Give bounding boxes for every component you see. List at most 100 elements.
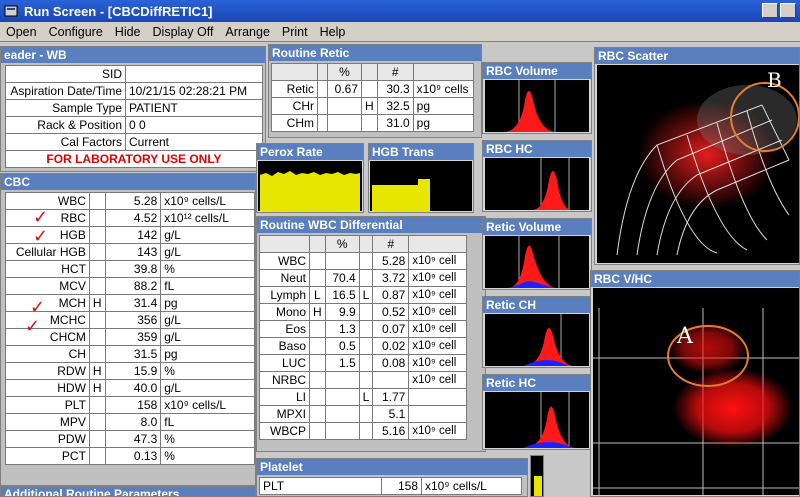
table-row: PCT 0.13%: [5, 447, 255, 465]
wbc-unit: x10⁹ cell: [408, 371, 468, 389]
rbc-checkmark-icon: ✓: [33, 207, 49, 227]
wbc-name: WBC: [259, 252, 310, 270]
cbc-unit: pg: [160, 294, 255, 312]
wbc-pct: [324, 388, 360, 406]
table-row: HCT 39.8%: [5, 260, 255, 278]
header-row: Aspiration Date/Time 10/21/15 02:28:21 PM: [5, 82, 263, 100]
mch-checkmark-icon: ✓: [30, 297, 46, 317]
retic-name: CHr: [271, 97, 318, 115]
cbc-unit: fL: [160, 413, 255, 431]
wbc-header-num: #: [372, 235, 410, 253]
wbc-unit: x10⁹ cell: [408, 252, 468, 270]
cbc-unit: %: [160, 430, 255, 448]
wbc-pct: 0.5: [324, 337, 360, 355]
cbc-value: 40.0: [104, 379, 162, 397]
wbc-num-flag: [358, 405, 374, 423]
retic-num: 32.5: [376, 97, 414, 115]
retic-num-flag: H: [361, 97, 378, 115]
wbc-pct: [324, 252, 360, 270]
rbc-volume-panel: RBC Volume: [482, 62, 592, 134]
wbc-num-flag: [358, 354, 374, 372]
menu-display-off[interactable]: Display Off: [153, 25, 214, 39]
wbc-unit: x10⁹ cell: [408, 354, 468, 372]
cbc-flag: [88, 192, 106, 210]
wbc-pct-flag: L: [309, 286, 326, 304]
wbc-unit: x10⁹ cell: [408, 422, 468, 440]
app-icon: [4, 5, 18, 17]
wbc-num: 0.87: [372, 286, 410, 304]
cbc-unit: g/L: [160, 243, 255, 261]
rbc-vhc-panel: RBC V/HC A: [590, 270, 800, 497]
cbc-flag: [88, 430, 106, 448]
cbc-flag: [88, 345, 106, 363]
retic-num-flag: [361, 114, 378, 132]
wbc-name: LUC: [259, 354, 310, 372]
cbc-unit: g/L: [160, 226, 255, 244]
table-row: PLT 158 x10⁹ cells/L: [259, 477, 522, 495]
platelet-unit: x10⁹ cells/L: [421, 477, 522, 495]
menu-configure[interactable]: Configure: [49, 25, 103, 39]
perox-title: Perox Rate: [257, 144, 363, 160]
wbc-num: 0.07: [372, 320, 410, 338]
retic-name: Retic: [271, 80, 318, 98]
header-row: FOR LABORATORY USE ONLY: [5, 150, 263, 168]
cbc-unit: g/L: [160, 379, 255, 397]
wbc-pct: 9.9: [324, 303, 360, 321]
wbc-pct-flag: [309, 269, 326, 287]
retic-header-blank: [271, 63, 318, 81]
retic-header-blank: [361, 63, 378, 81]
minimize-button[interactable]: [762, 3, 778, 18]
menu-hide[interactable]: Hide: [115, 25, 141, 39]
maximize-button[interactable]: [780, 3, 796, 18]
wbc-name: Mono: [259, 303, 310, 321]
header-row: Sample Type PATIENT: [5, 99, 263, 117]
cbc-flag: [88, 413, 106, 431]
menu-open[interactable]: Open: [6, 25, 37, 39]
hgb-checkmark-icon: ✓: [33, 226, 49, 246]
cbc-unit: g/L: [160, 328, 255, 346]
cbc-unit: g/L: [160, 311, 255, 329]
wbc-pct-flag: H: [309, 303, 326, 321]
cbc-flag: H: [88, 379, 106, 397]
additional-params-panel: Additional Routine Parameters: [0, 486, 256, 497]
table-row: Lymph L 16.5 L 0.87 x10⁹ cell: [259, 286, 468, 304]
wbc-header-pct: %: [324, 235, 360, 253]
cbc-name: PDW: [5, 430, 90, 448]
additional-params-title: Additional Routine Parameters: [1, 487, 255, 496]
cbc-unit: %: [160, 447, 255, 465]
wbc-num-flag: [358, 371, 374, 389]
cbc-name: MCHC: [5, 311, 90, 329]
retic-ch-title: Retic CH: [483, 297, 591, 313]
menu-help[interactable]: Help: [320, 25, 346, 39]
table-row: MPV 8.0 fL: [5, 413, 255, 431]
sid-value[interactable]: [125, 65, 263, 83]
hgb-trans-panel: HGB Trans: [368, 143, 474, 213]
cbc-flag: [88, 226, 106, 244]
window-titlebar: Run Screen - [CBCDiffRETIC1]: [0, 0, 800, 22]
window-title: Run Screen - [CBCDiffRETIC1]: [24, 3, 213, 19]
rbc-vhc-title: RBC V/HC: [591, 271, 799, 287]
wbc-diff-title: Routine WBC Differential: [257, 217, 485, 233]
cbc-panel-title: CBC: [1, 174, 255, 190]
header-panel-title: eader - WB: [1, 47, 265, 63]
wbc-diff-panel: Routine WBC Differential % # WBC 5.28 x10⁹ c…: [256, 216, 486, 452]
cbc-name: MCH: [5, 294, 90, 312]
wbc-num: 0.02: [372, 337, 410, 355]
wbc-pct-flag: [309, 388, 326, 406]
retic-hc-panel: Retic HC: [482, 374, 592, 450]
retic-pct: 0.67: [327, 80, 362, 98]
wbc-unit: x10⁹ cell: [408, 337, 468, 355]
wbc-num: 5.28: [372, 252, 410, 270]
wbc-pct: [324, 422, 360, 440]
wbc-num: 5.1: [372, 405, 410, 423]
platelet-panel: Platelet PLT 158 x10⁹ cells/L: [256, 458, 528, 497]
menu-print[interactable]: Print: [282, 25, 308, 39]
cbc-value: 47.3: [104, 430, 162, 448]
retic-num-flag: [361, 80, 378, 98]
wbc-pct-flag: [309, 252, 326, 270]
wbc-name: WBCP: [259, 422, 310, 440]
menu-arrange[interactable]: Arrange: [225, 25, 269, 39]
wbc-name: Lymph: [259, 286, 310, 304]
cbc-name: CHCM: [5, 328, 90, 346]
platelet-title: Platelet: [257, 459, 527, 475]
